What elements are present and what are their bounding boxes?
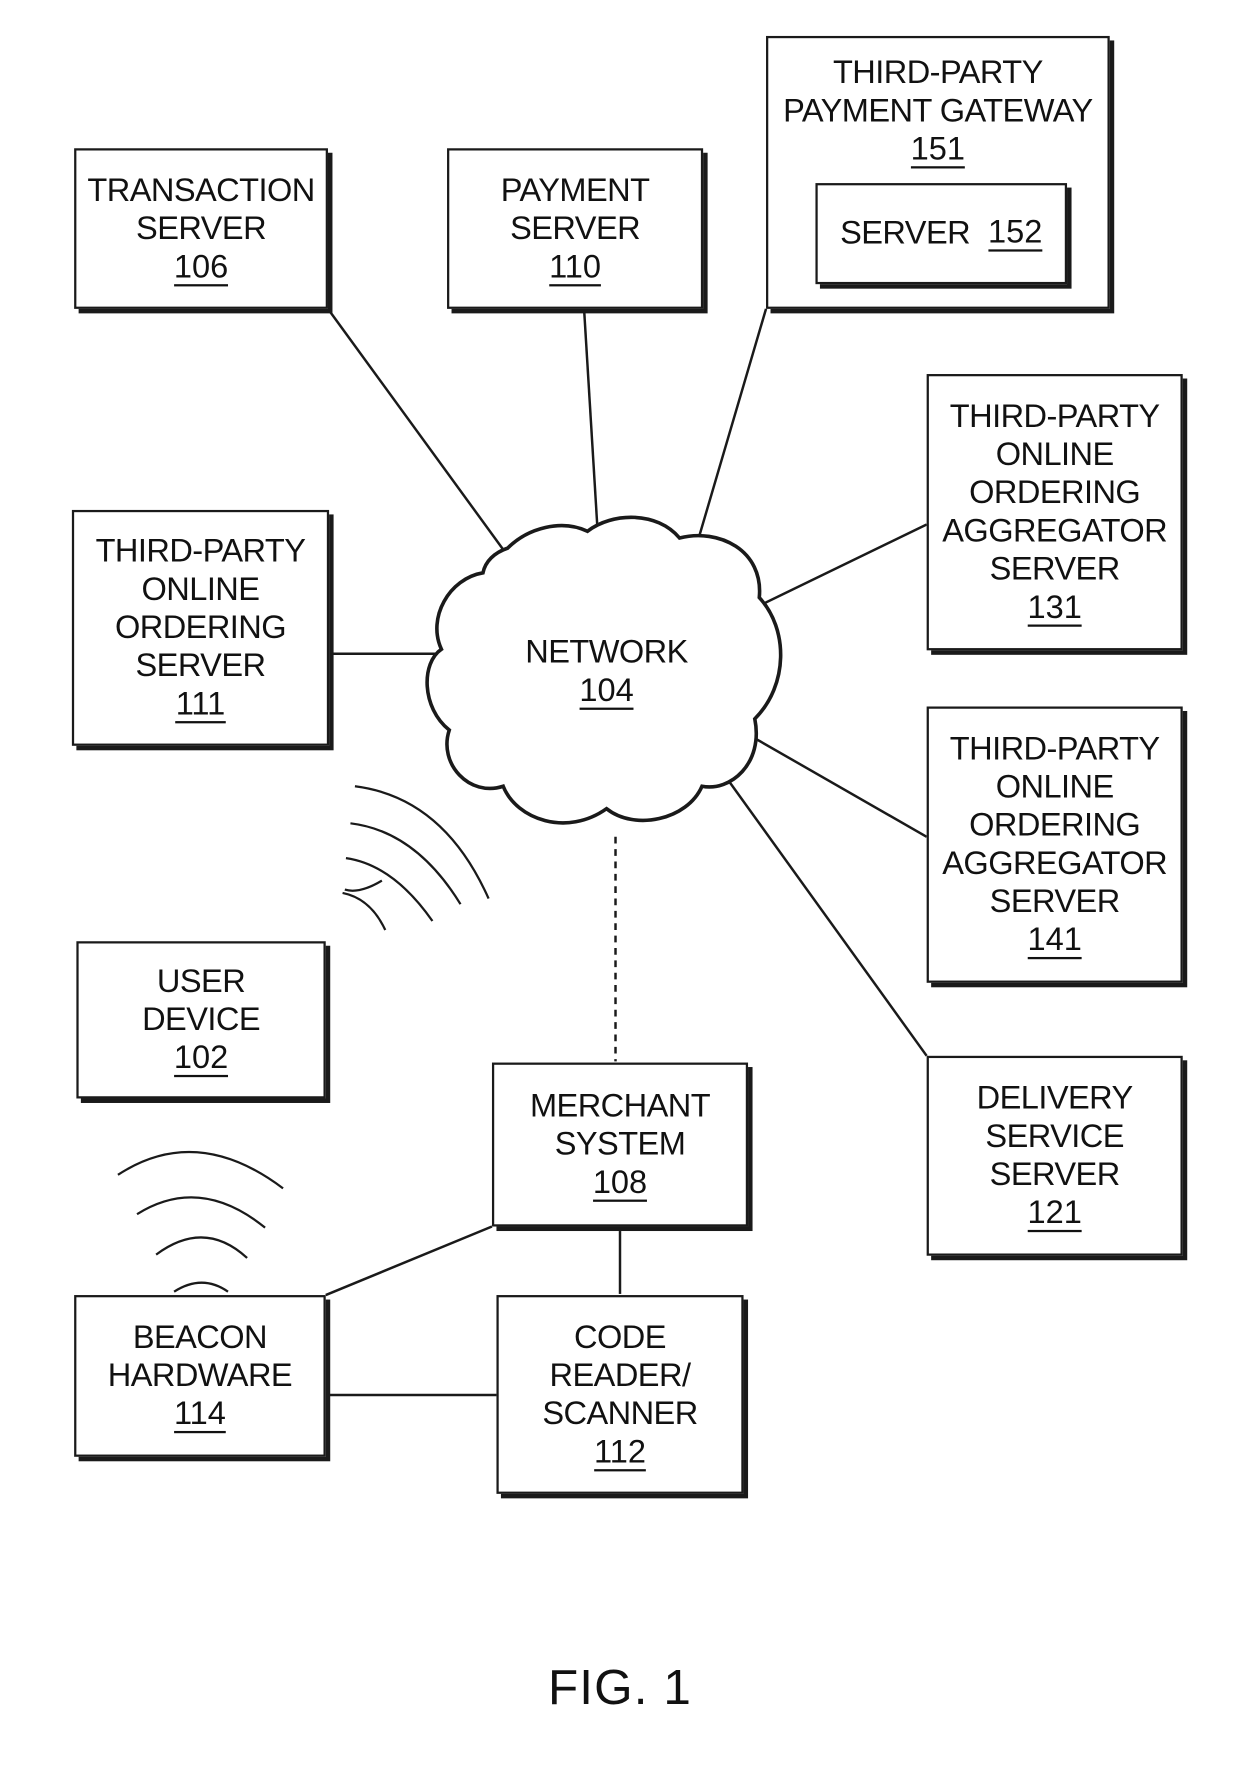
delivery-server-box[interactable]: DELIVERY SERVICE SERVER 121 — [926, 1055, 1183, 1256]
aggregator-131-label-line4: AGGREGATOR — [942, 513, 1168, 550]
merchant-system-label-line1: MERCHANT — [529, 1088, 711, 1125]
transaction-server-box[interactable]: TRANSACTION SERVER 106 — [74, 148, 328, 309]
aggregator-141-box[interactable]: THIRD-PARTY ONLINE ORDERING AGGREGATOR S… — [926, 706, 1183, 983]
beacon-hardware-label-line2: HARDWARE — [107, 1357, 293, 1394]
beacon-hardware-box[interactable]: BEACON HARDWARE 114 — [74, 1295, 326, 1457]
code-reader-label-line1: CODE — [574, 1319, 666, 1356]
ordering-server-label-line1: THIRD-PARTY — [95, 533, 306, 570]
link-payment-network — [582, 308, 599, 531]
aggregator-141-label-line5: SERVER — [989, 883, 1121, 920]
gateway-server-box[interactable]: SERVER 152 — [815, 183, 1068, 285]
transaction-server-label-line2: SERVER — [136, 210, 267, 247]
code-reader-box[interactable]: CODE READER/ SCANNER 112 — [496, 1295, 744, 1494]
aggregator-141-ref: 141 — [1027, 922, 1082, 960]
code-reader-label-line3: SCANNER — [542, 1395, 698, 1432]
user-device-label-line1: USER — [156, 963, 246, 1000]
delivery-server-label-line3: SERVER — [989, 1156, 1121, 1193]
aggregator-131-label-line5: SERVER — [989, 551, 1121, 588]
aggregator-141-label-line3: ORDERING — [969, 807, 1141, 844]
payment-gateway-label-line2: PAYMENT GATEWAY — [783, 93, 1093, 130]
payment-server-box[interactable]: PAYMENT SERVER 110 — [447, 148, 704, 309]
user-device-ref: 102 — [173, 1040, 229, 1078]
merchant-system-ref: 108 — [592, 1164, 648, 1202]
delivery-server-label-line2: SERVICE — [985, 1118, 1124, 1155]
link-delivery-network — [723, 774, 928, 1057]
beacon-signal-icon — [117, 1150, 284, 1293]
gateway-server-label: SERVER — [840, 215, 971, 252]
aggregator-141-label-line1: THIRD-PARTY — [949, 731, 1160, 768]
network-node[interactable]: NETWORK 104 — [494, 633, 719, 710]
aggregator-131-label-line1: THIRD-PARTY — [949, 398, 1160, 435]
aggregator-131-label-line3: ORDERING — [969, 475, 1141, 512]
link-merchant-beacon — [325, 1225, 493, 1297]
payment-server-label-line2: SERVER — [510, 210, 641, 247]
merchant-system-label-line2: SYSTEM — [554, 1126, 686, 1163]
code-reader-label-line2: READER/ — [549, 1357, 691, 1394]
aggregator-131-ref: 131 — [1027, 589, 1082, 627]
payment-gateway-label-line1: THIRD-PARTY — [832, 55, 1043, 91]
aggregator-141-label-line2: ONLINE — [995, 769, 1114, 806]
transaction-server-ref: 106 — [173, 248, 229, 286]
delivery-server-ref: 121 — [1027, 1195, 1082, 1233]
merchant-system-box[interactable]: MERCHANT SYSTEM 108 — [491, 1062, 749, 1227]
payment-server-label-line1: PAYMENT — [500, 172, 650, 209]
ordering-server-box[interactable]: THIRD-PARTY ONLINE ORDERING SERVER 111 — [71, 509, 330, 746]
figure-canvas: TRANSACTION SERVER 106 PAYMENT SERVER 11… — [0, 0, 1240, 1766]
transaction-server-label-line1: TRANSACTION — [87, 172, 315, 209]
beacon-hardware-ref: 114 — [173, 1396, 226, 1434]
ordering-server-label-line4: SERVER — [135, 648, 266, 685]
link-gateway-network — [695, 308, 768, 547]
link-aggregator141-network — [749, 734, 928, 838]
beacon-hardware-label-line1: BEACON — [132, 1319, 268, 1356]
user-device-box[interactable]: USER DEVICE 102 — [76, 941, 326, 1099]
link-transaction-network — [326, 308, 507, 554]
ordering-server-label-line3: ORDERING — [114, 609, 287, 646]
payment-server-ref: 110 — [549, 248, 602, 286]
user-device-label-line2: DEVICE — [142, 1001, 261, 1038]
network-label: NETWORK — [525, 634, 688, 671]
ordering-server-ref: 111 — [175, 686, 226, 724]
gateway-server-ref: 152 — [988, 214, 1043, 252]
ordering-server-label-line2: ONLINE — [141, 571, 260, 608]
user-device-signal-icon — [342, 785, 490, 931]
link-aggregator131-network — [743, 523, 928, 615]
figure-caption: FIG. 1 — [547, 1660, 693, 1716]
delivery-server-label-line1: DELIVERY — [976, 1080, 1134, 1117]
aggregator-131-label-line2: ONLINE — [995, 436, 1114, 473]
code-reader-ref: 112 — [594, 1433, 646, 1471]
payment-gateway-ref: 151 — [910, 131, 966, 169]
network-ref: 104 — [579, 672, 634, 710]
aggregator-131-box[interactable]: THIRD-PARTY ONLINE ORDERING AGGREGATOR S… — [926, 374, 1183, 651]
aggregator-141-label-line4: AGGREGATOR — [942, 845, 1168, 882]
